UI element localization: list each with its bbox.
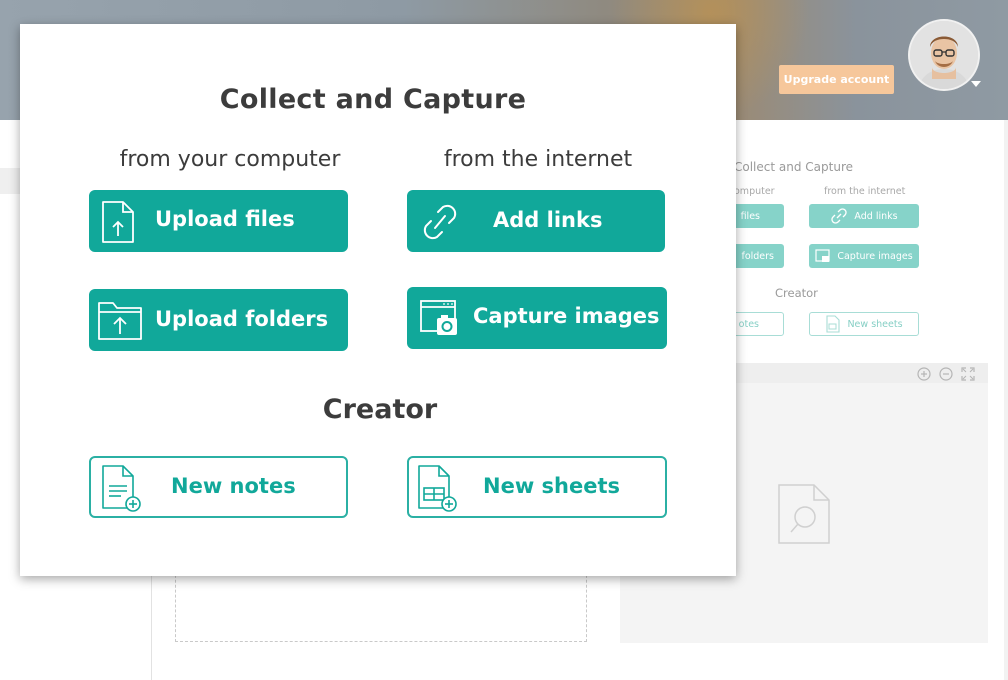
chevron-down-icon[interactable] <box>971 81 981 87</box>
bg-capture-images-label: Capture images <box>837 250 913 262</box>
creator-heading: Creator <box>322 394 438 425</box>
bg-capture-images-button[interactable]: Capture images <box>809 244 919 268</box>
new-sheet-icon <box>826 315 841 333</box>
upload-folder-icon <box>98 302 142 340</box>
link-icon <box>831 208 848 224</box>
upgrade-account-button[interactable]: Upgrade account <box>779 65 894 94</box>
upload-files-label: Upload files <box>155 207 295 231</box>
bg-creator-title: Creator <box>775 286 818 300</box>
zoom-out-icon[interactable] <box>939 367 953 381</box>
bg-new-sheets-button[interactable]: New sheets <box>809 312 919 336</box>
col-internet-heading: from the internet <box>443 147 633 172</box>
new-note-icon <box>102 465 141 512</box>
capture-image-icon <box>420 300 457 335</box>
add-links-label: Add links <box>493 208 603 232</box>
fullscreen-icon[interactable] <box>961 367 975 381</box>
collect-capture-modal: Collect and Capture from your computer f… <box>20 24 736 576</box>
modal-title: Collect and Capture <box>219 84 527 115</box>
bg-new-sheets-label: New sheets <box>847 318 903 330</box>
bg-col-computer: omputer <box>734 186 775 197</box>
upload-folders-label: Upload folders <box>155 307 329 331</box>
bg-panel-title: Collect and Capture <box>734 160 853 174</box>
user-avatar[interactable] <box>908 19 980 91</box>
link-icon <box>423 204 457 240</box>
bg-add-links-button[interactable]: Add links <box>809 204 919 228</box>
upload-folders-button[interactable]: Upload folders <box>89 289 348 351</box>
new-notes-label: New notes <box>171 474 296 498</box>
capture-images-label: Capture images <box>473 304 660 328</box>
scrollbar-track <box>1004 120 1008 680</box>
capture-images-button[interactable]: Capture images <box>407 287 667 349</box>
bg-upload-files-label: files <box>740 210 760 222</box>
new-notes-button[interactable]: New notes <box>89 456 348 518</box>
upload-file-icon <box>102 201 134 243</box>
new-sheets-label: New sheets <box>483 474 621 498</box>
col-computer-heading: from your computer <box>119 147 341 172</box>
sidebar-divider <box>151 570 152 680</box>
capture-image-icon <box>815 249 830 262</box>
avatar-photo-icon <box>910 21 978 89</box>
upload-files-button[interactable]: Upload files <box>89 190 348 252</box>
zoom-in-icon[interactable] <box>917 367 931 381</box>
new-sheets-button[interactable]: New sheets <box>407 456 667 518</box>
bg-new-notes-label: otes <box>738 318 759 330</box>
new-sheet-icon <box>418 465 457 512</box>
file-search-icon <box>778 484 830 544</box>
bg-col-internet: from the internet <box>824 186 906 197</box>
bg-add-links-label: Add links <box>854 210 898 222</box>
bg-upload-folders-label: folders <box>741 250 774 262</box>
add-links-button[interactable]: Add links <box>407 190 665 252</box>
